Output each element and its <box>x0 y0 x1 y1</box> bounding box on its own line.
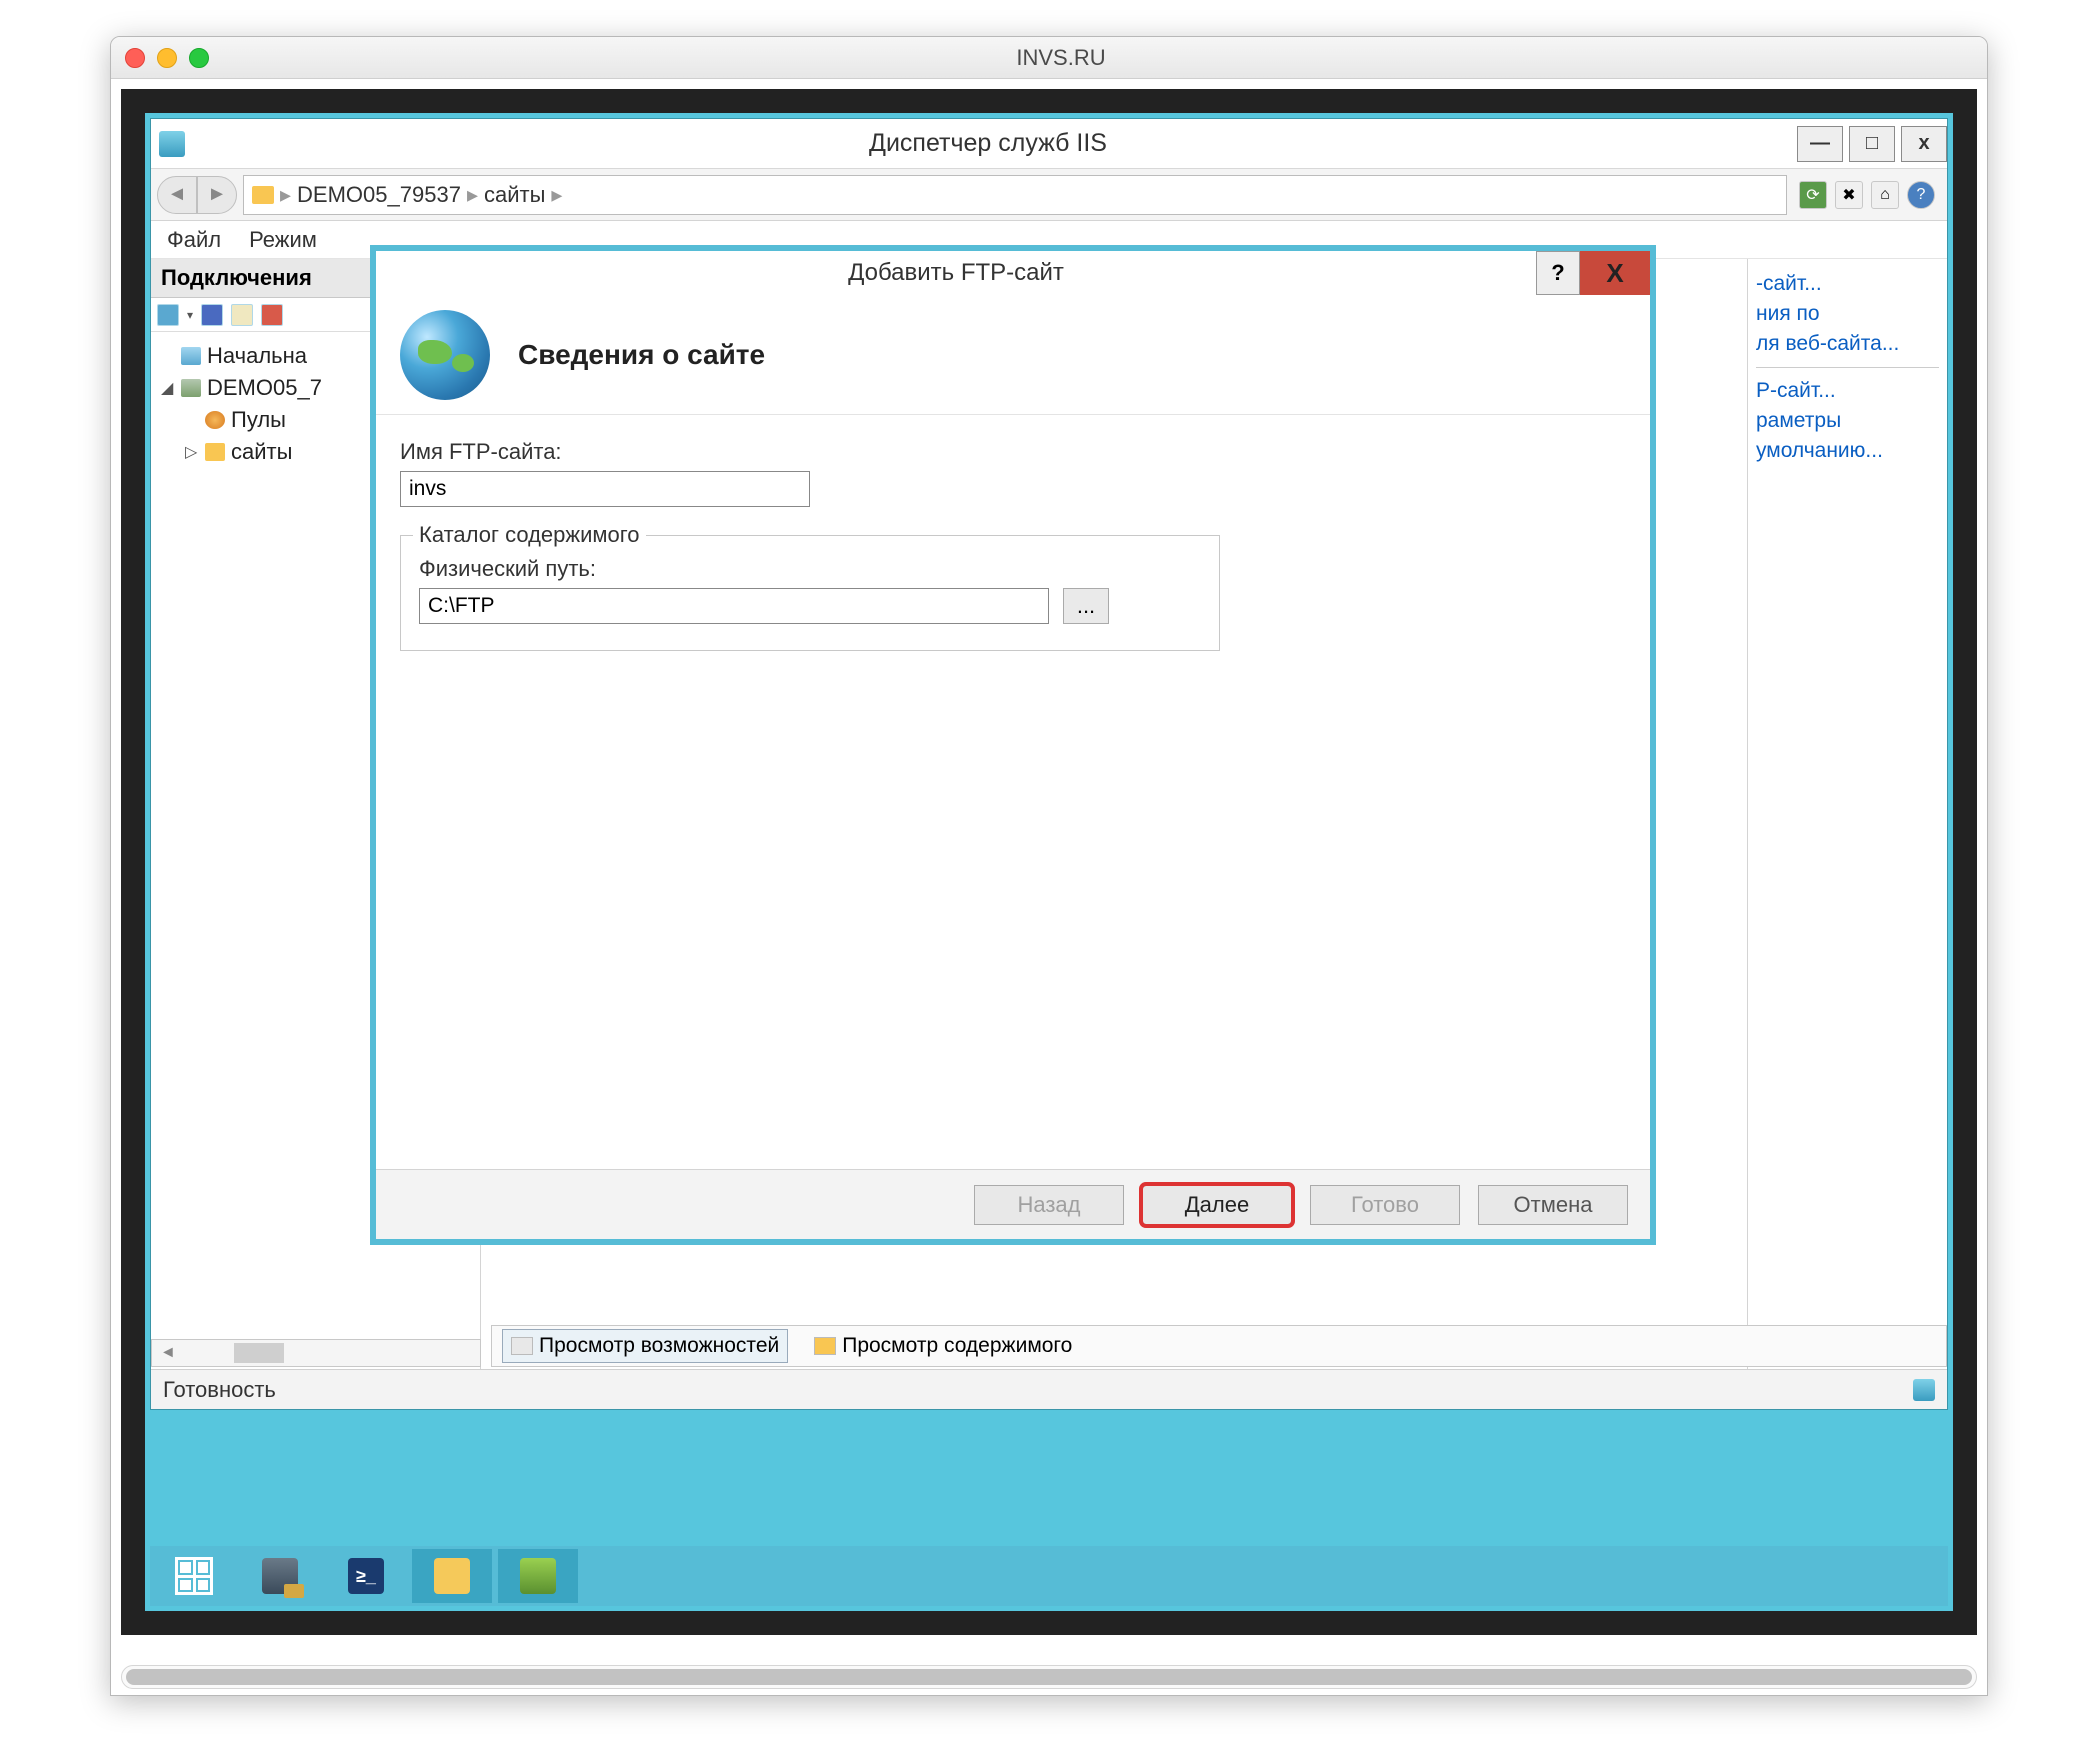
nav-back-button[interactable]: ◄ <box>157 176 197 214</box>
windows-logo-icon <box>175 1557 213 1595</box>
mac-zoom-icon[interactable] <box>189 48 209 68</box>
server-manager-icon <box>262 1558 298 1594</box>
iis-titlebar[interactable]: Диспетчер служб IIS — □ x <box>151 119 1947 169</box>
taskbar-iis-manager[interactable] <box>498 1549 578 1603</box>
content-directory-group: Каталог содержимого Физический путь: ... <box>400 535 1220 651</box>
mac-titlebar: INVS.RU <box>111 37 1987 79</box>
chevron-right-icon: ▸ <box>280 182 291 208</box>
dropdown-icon[interactable]: ▾ <box>187 308 193 322</box>
action-link[interactable]: раметры <box>1756 406 1939 436</box>
tab-features-view[interactable]: Просмотр возможностей <box>502 1329 788 1363</box>
tree-label: Начальна <box>207 343 307 369</box>
delete-icon[interactable] <box>261 304 283 326</box>
site-name-input[interactable] <box>400 471 810 507</box>
remote-session-frame: Диспетчер служб IIS — □ x ◄ ► ▸ <box>121 89 1977 1635</box>
taskbar-powershell[interactable]: ≥_ <box>326 1549 406 1603</box>
action-link[interactable]: умолчанию... <box>1756 436 1939 466</box>
cancel-button[interactable]: Отмена <box>1478 1185 1628 1225</box>
actions-panel: -сайт... ния по ля веб-сайта... P-сайт..… <box>1747 259 1947 1409</box>
finish-button[interactable]: Готово <box>1310 1185 1460 1225</box>
expander-icon[interactable]: ◢ <box>161 378 175 398</box>
wizard-heading: Сведения о сайте <box>518 339 765 371</box>
wizard-button-bar: Назад Далее Готово Отмена <box>376 1169 1650 1239</box>
server-icon <box>181 379 201 397</box>
expander-icon[interactable]: ▷ <box>185 442 199 462</box>
page-icon[interactable] <box>231 304 253 326</box>
minimize-button[interactable]: — <box>1797 126 1843 162</box>
taskbar-explorer[interactable] <box>412 1549 492 1603</box>
menu-mode[interactable]: Режим <box>249 227 317 253</box>
tree-scrollbar[interactable]: ◄ <box>151 1339 481 1367</box>
wizard-banner: Сведения о сайте <box>376 295 1650 415</box>
physical-path-input[interactable] <box>419 588 1049 624</box>
maximize-button[interactable]: □ <box>1849 126 1895 162</box>
iis-manager-icon <box>520 1558 556 1594</box>
features-view-icon <box>511 1337 533 1355</box>
status-bar: Готовность <box>151 1369 1947 1409</box>
physical-path-label: Физический путь: <box>419 556 1201 582</box>
tree-label: DEMO05_7 <box>207 375 322 401</box>
nav-forward-button[interactable]: ► <box>197 176 237 214</box>
scrollbar-thumb[interactable] <box>234 1343 284 1363</box>
wizard-body: Имя FTP-сайта: Каталог содержимого Физич… <box>376 415 1650 675</box>
taskbar-server-manager[interactable] <box>240 1549 320 1603</box>
tree-label: Пулы <box>231 407 286 433</box>
windows-taskbar: ≥_ <box>150 1546 1948 1606</box>
folder-icon <box>205 443 225 461</box>
action-link[interactable]: -сайт... <box>1756 269 1939 299</box>
globe-icon <box>400 310 490 400</box>
start-button[interactable] <box>154 1549 234 1603</box>
add-ftp-site-wizard: Добавить FTP-сайт ? X Сведения о сайте И… <box>370 245 1656 1245</box>
tab-content-view[interactable]: Просмотр содержимого <box>806 1330 1080 1362</box>
app-pools-icon <box>205 411 225 429</box>
content-directory-legend: Каталог содержимого <box>413 522 646 548</box>
help-icon[interactable]: ? <box>1907 181 1935 209</box>
folder-icon <box>252 186 274 204</box>
mac-close-icon[interactable] <box>125 48 145 68</box>
view-tabs: Просмотр возможностей Просмотр содержимо… <box>491 1325 1947 1367</box>
mac-window-title: INVS.RU <box>209 45 1913 71</box>
wizard-titlebar[interactable]: Добавить FTP-сайт ? X <box>376 251 1650 295</box>
next-button[interactable]: Далее <box>1142 1185 1292 1225</box>
scrollbar-thumb[interactable] <box>126 1669 1972 1685</box>
remote-desktop: Диспетчер служб IIS — □ x ◄ ► ▸ <box>145 113 1953 1611</box>
status-text: Готовность <box>163 1377 276 1403</box>
connect-icon[interactable] <box>157 304 179 326</box>
chevron-right-icon: ▸ <box>551 182 562 208</box>
tab-label: Просмотр содержимого <box>842 1334 1072 1358</box>
mac-horizontal-scrollbar[interactable] <box>121 1665 1977 1689</box>
iis-app-icon <box>159 131 185 157</box>
breadcrumb[interactable]: ▸ DEMO05_79537 ▸ сайты ▸ <box>243 175 1787 215</box>
file-explorer-icon <box>434 1558 470 1594</box>
refresh-icon[interactable]: ⟳ <box>1799 181 1827 209</box>
powershell-icon: ≥_ <box>348 1558 384 1594</box>
home-icon[interactable]: ⌂ <box>1871 181 1899 209</box>
mac-minimize-icon[interactable] <box>157 48 177 68</box>
tab-label: Просмотр возможностей <box>539 1334 779 1358</box>
menu-file[interactable]: Файл <box>167 227 221 253</box>
breadcrumb-seg-server[interactable]: DEMO05_79537 <box>297 182 461 208</box>
content-view-icon <box>814 1337 836 1355</box>
close-button[interactable]: x <box>1901 126 1947 162</box>
back-button[interactable]: Назад <box>974 1185 1124 1225</box>
mac-window: INVS.RU Диспетчер служб IIS — □ x ◄ <box>110 36 1988 1696</box>
site-name-label: Имя FTP-сайта: <box>400 439 1626 465</box>
save-icon[interactable] <box>201 304 223 326</box>
start-page-icon <box>181 347 201 365</box>
browse-button[interactable]: ... <box>1063 588 1109 624</box>
wizard-close-button[interactable]: X <box>1580 251 1650 295</box>
action-link[interactable]: ния по <box>1756 299 1939 329</box>
chevron-right-icon: ▸ <box>467 182 478 208</box>
breadcrumb-seg-sites[interactable]: сайты <box>484 182 545 208</box>
status-icon <box>1913 1379 1935 1401</box>
wizard-title: Добавить FTP-сайт <box>376 259 1536 287</box>
iis-window-title: Диспетчер служб IIS <box>185 129 1791 158</box>
tree-label: сайты <box>231 439 292 465</box>
action-link[interactable]: ля веб-сайта... <box>1756 329 1939 359</box>
wizard-help-button[interactable]: ? <box>1536 251 1580 295</box>
breadcrumb-bar: ◄ ► ▸ DEMO05_79537 ▸ сайты ▸ ⟳ ✖ ⌂ <box>151 169 1947 221</box>
stop-icon[interactable]: ✖ <box>1835 181 1863 209</box>
action-link[interactable]: P-сайт... <box>1756 376 1939 406</box>
